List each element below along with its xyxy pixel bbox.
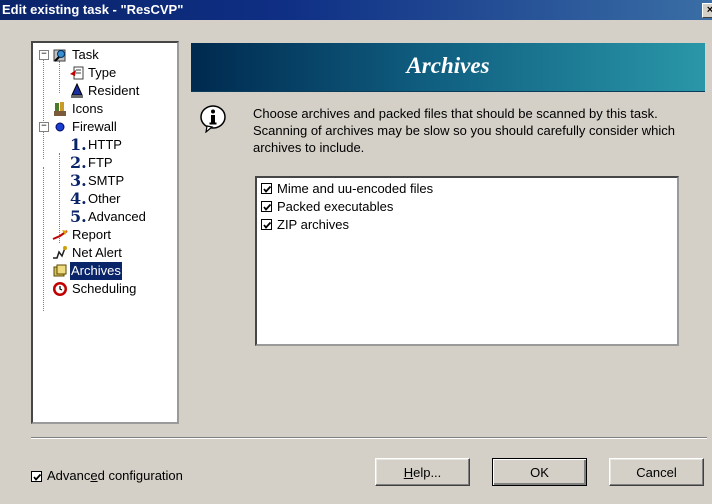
tree-item-label: Net Alert	[72, 245, 122, 260]
help-button[interactable]: Help...	[375, 458, 470, 486]
panel-header: Archives	[191, 43, 705, 92]
tree-item-type[interactable]: Type	[35, 64, 175, 82]
dialog-window: Edit existing task - "ResCVP" × − Task T…	[0, 0, 712, 504]
checkbox[interactable]	[261, 183, 272, 194]
footer-separator	[31, 437, 707, 439]
tree-item-resident[interactable]: Resident	[35, 82, 175, 100]
number-icon: 5.	[70, 207, 87, 226]
tree-item-label: Scheduling	[72, 281, 137, 296]
tree-item-label: Report	[72, 227, 112, 242]
tree-item-label: HTTP	[88, 137, 122, 152]
tree-item-icons[interactable]: Icons	[35, 100, 175, 118]
tree-item-advanced[interactable]: 5. Advanced	[35, 208, 175, 226]
number-icon: 4.	[70, 189, 87, 208]
settings-tree[interactable]: − Task Type Resident Icons − Firewall 1.…	[31, 41, 179, 424]
tree-item-label: Type	[88, 65, 117, 80]
tree-item-smtp[interactable]: 3. SMTP	[35, 172, 175, 190]
close-button[interactable]: ×	[702, 3, 712, 18]
checkbox[interactable]	[261, 201, 272, 212]
ok-button[interactable]: OK	[492, 458, 587, 486]
tree-item-label: Advanced	[88, 209, 146, 224]
tree-item-label: SMTP	[88, 173, 125, 188]
tree-item-label: Resident	[88, 83, 140, 98]
number-icon: 1.	[70, 135, 87, 154]
advanced-configuration-checkbox[interactable]	[31, 471, 42, 482]
tree-item-label: Firewall	[72, 119, 117, 134]
tree-item-label: FTP	[88, 155, 113, 170]
tree-item-label: Other	[88, 191, 121, 206]
tree-item-other[interactable]: 4. Other	[35, 190, 175, 208]
tree-item-task[interactable]: − Task	[35, 46, 175, 64]
net-alert-icon	[53, 246, 67, 259]
title-bar: Edit existing task - "ResCVP" ×	[0, 0, 712, 20]
option-label: ZIP archives	[277, 217, 350, 232]
tree-item-report[interactable]: Report	[35, 226, 175, 244]
tree-item-label: Icons	[72, 101, 104, 116]
report-icon	[52, 230, 68, 240]
tree-item-scheduling[interactable]: Scheduling	[35, 280, 175, 298]
task-icon	[53, 49, 66, 62]
tree-item-firewall[interactable]: − Firewall	[35, 118, 175, 136]
number-icon: 2.	[70, 153, 87, 172]
icons-icon	[54, 102, 66, 116]
firewall-icon	[55, 122, 65, 132]
tree-item-archives[interactable]: Archives	[35, 261, 175, 281]
tree-item-http[interactable]: 1. HTTP	[35, 136, 175, 154]
panel-title: Archives	[406, 53, 490, 78]
checkbox[interactable]	[261, 219, 272, 230]
tree-item-ftp[interactable]: 2. FTP	[35, 154, 175, 172]
window-title: Edit existing task - "ResCVP"	[2, 2, 184, 17]
option-label: Mime and uu-encoded files	[277, 181, 434, 196]
info-icon	[200, 105, 226, 133]
archives-icon	[53, 264, 67, 277]
cancel-button[interactable]: Cancel	[609, 458, 704, 486]
archives-checklist[interactable]: Mime and uu-encoded files Packed executa…	[255, 176, 679, 346]
tree-item-net-alert[interactable]: Net Alert	[35, 244, 175, 262]
scheduling-icon	[53, 282, 67, 296]
number-icon: 3.	[70, 171, 87, 190]
advanced-configuration-label: Advanced configuration	[47, 468, 183, 483]
option-label: Packed executables	[277, 199, 394, 214]
collapse-toggle[interactable]: −	[39, 50, 49, 60]
tree-item-label: Archives	[69, 261, 123, 281]
tree-item-label: Task	[72, 47, 99, 62]
type-icon	[70, 66, 84, 80]
panel-description: Choose archives and packed files that sh…	[253, 106, 675, 155]
collapse-toggle[interactable]: −	[39, 122, 49, 132]
resident-icon	[71, 83, 83, 98]
